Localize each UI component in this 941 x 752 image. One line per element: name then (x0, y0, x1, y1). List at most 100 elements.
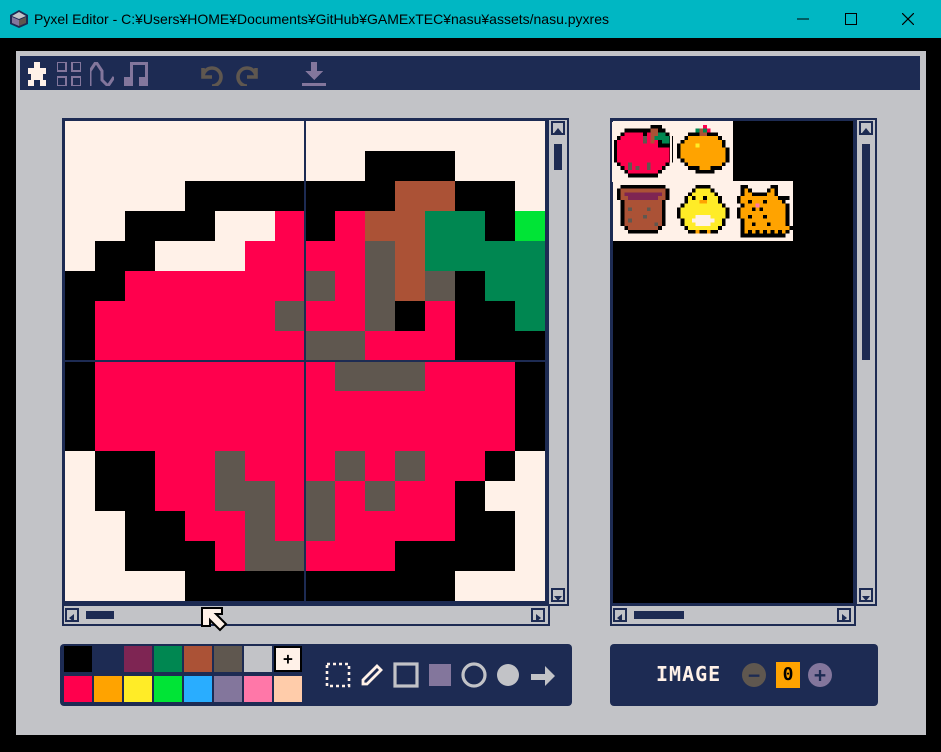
canvas-pixel[interactable] (215, 451, 245, 481)
canvas-pixel[interactable] (305, 541, 335, 571)
palette-color-10[interactable] (124, 676, 152, 702)
canvas-pixel[interactable] (95, 361, 125, 391)
canvas-pixel[interactable] (425, 211, 455, 241)
canvas-pixel[interactable] (395, 181, 425, 211)
canvas-pixel[interactable] (155, 151, 185, 181)
canvas-pixel[interactable] (125, 361, 155, 391)
canvas-pixel[interactable] (65, 511, 95, 541)
canvas-pixel[interactable] (65, 181, 95, 211)
canvas-pixel[interactable] (275, 301, 305, 331)
canvas-pixel[interactable] (335, 211, 365, 241)
palette-color-15[interactable] (274, 676, 302, 702)
canvas-pixel[interactable] (245, 571, 275, 601)
canvas-pixel[interactable] (275, 421, 305, 451)
canvas-pixel[interactable] (305, 331, 335, 361)
canvas-pixel[interactable] (65, 481, 95, 511)
canvas-pixel[interactable] (425, 421, 455, 451)
canvas-pixel[interactable] (95, 271, 125, 301)
canvas-pixel[interactable] (485, 151, 515, 181)
canvas-pixel[interactable] (215, 271, 245, 301)
canvas-pixel[interactable] (305, 181, 335, 211)
canvas-pixel[interactable] (305, 481, 335, 511)
canvas-pixel[interactable] (245, 271, 275, 301)
canvas-pixel[interactable] (95, 541, 125, 571)
canvas-pixel[interactable] (95, 241, 125, 271)
canvas-pixel[interactable] (65, 361, 95, 391)
canvas-pixel[interactable] (155, 511, 185, 541)
canvas-pixel[interactable] (305, 391, 335, 421)
canvas-pixel[interactable] (245, 391, 275, 421)
canvas-pixel[interactable] (215, 571, 245, 601)
canvas-pixel[interactable] (185, 541, 215, 571)
canvas-pixel[interactable] (65, 451, 95, 481)
canvas-pixel[interactable] (185, 211, 215, 241)
preview-scroll-left-button[interactable] (613, 608, 627, 622)
canvas-pixel[interactable] (245, 451, 275, 481)
rect-tool-icon[interactable] (391, 660, 421, 690)
canvas-pixel[interactable] (395, 451, 425, 481)
canvas-pixel[interactable] (275, 211, 305, 241)
canvas-pixel[interactable] (455, 361, 485, 391)
canvas-pixel[interactable] (275, 451, 305, 481)
canvas-pixel[interactable] (365, 181, 395, 211)
canvas-pixel[interactable] (95, 421, 125, 451)
fill-tool-icon[interactable] (527, 660, 557, 690)
canvas-pixel[interactable] (245, 121, 275, 151)
redo-icon[interactable] (235, 62, 259, 86)
undo-icon[interactable] (200, 62, 224, 86)
canvas-pixel[interactable] (515, 451, 545, 481)
canvas-pixel[interactable] (275, 361, 305, 391)
canvas-pixel[interactable] (425, 391, 455, 421)
canvas-pixel[interactable] (515, 301, 545, 331)
image-editor-icon[interactable] (25, 62, 49, 86)
canvas-pixel[interactable] (215, 121, 245, 151)
canvas-pixel[interactable] (185, 331, 215, 361)
canvas-pixel[interactable] (65, 421, 95, 451)
canvas-pixel[interactable] (335, 121, 365, 151)
canvas-pixel[interactable] (125, 421, 155, 451)
canvas-pixel[interactable] (515, 541, 545, 571)
canvas-pixel[interactable] (485, 271, 515, 301)
canvas-pixel[interactable] (395, 511, 425, 541)
canvas-pixel[interactable] (215, 391, 245, 421)
canvas-pixel[interactable] (245, 511, 275, 541)
canvas-pixel[interactable] (395, 331, 425, 361)
canvas-pixel[interactable] (365, 541, 395, 571)
canvas-pixel[interactable] (95, 121, 125, 151)
canvas-pixel[interactable] (515, 511, 545, 541)
canvas-pixel[interactable] (425, 271, 455, 301)
canvas-pixel[interactable] (335, 391, 365, 421)
circle-tool-icon[interactable] (459, 660, 489, 690)
canvas-pixel[interactable] (65, 211, 95, 241)
canvas-scroll-right-button[interactable] (531, 608, 545, 622)
canvas-pixel[interactable] (395, 301, 425, 331)
canvas-pixel[interactable] (245, 151, 275, 181)
preview-hscrollbar[interactable] (610, 604, 856, 626)
canvas-pixel[interactable] (395, 211, 425, 241)
canvas-pixel[interactable] (335, 421, 365, 451)
canvas-pixel[interactable] (365, 391, 395, 421)
canvas-pixel[interactable] (245, 421, 275, 451)
palette-color-7[interactable]: + (274, 646, 302, 672)
canvas-pixel[interactable] (455, 391, 485, 421)
canvas-pixel[interactable] (395, 421, 425, 451)
canvas-pixel[interactable] (65, 301, 95, 331)
canvas-pixel[interactable] (185, 481, 215, 511)
canvas-pixel[interactable] (395, 571, 425, 601)
canvas-pixel[interactable] (155, 361, 185, 391)
preview-hscroll-thumb[interactable] (634, 611, 684, 619)
select-tool-icon[interactable] (323, 660, 353, 690)
canvas-pixel[interactable] (125, 181, 155, 211)
canvas-pixel[interactable] (275, 391, 305, 421)
canvas-pixel[interactable] (125, 211, 155, 241)
canvas-pixel[interactable] (305, 241, 335, 271)
canvas-pixel[interactable] (185, 271, 215, 301)
canvas-pixel[interactable] (455, 481, 485, 511)
canvas-pixel[interactable] (65, 541, 95, 571)
palette-color-1[interactable] (94, 646, 122, 672)
canvas-pixel[interactable] (155, 271, 185, 301)
canvas-pixel[interactable] (215, 361, 245, 391)
preview-scroll-up-button[interactable] (859, 121, 873, 135)
basket-sprite[interactable] (613, 181, 673, 241)
canvas-pixel[interactable] (485, 571, 515, 601)
